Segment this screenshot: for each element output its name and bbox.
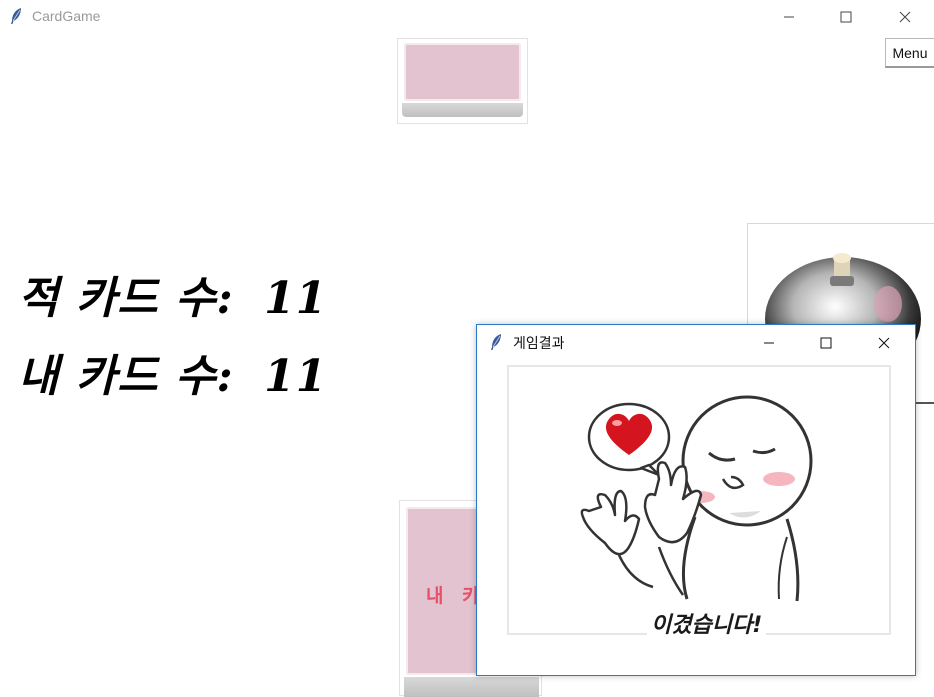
dialog-close-button[interactable]	[861, 325, 907, 361]
minimize-icon	[784, 16, 794, 18]
left-hand	[580, 489, 654, 589]
my-card-stack-edge	[404, 677, 539, 697]
enemy-card-deck	[397, 38, 528, 124]
close-icon	[878, 337, 890, 349]
menu-button[interactable]: Menu	[885, 38, 934, 68]
enemy-count-label: 적 카드 수:	[18, 273, 234, 324]
my-count-value: 11	[264, 351, 328, 402]
my-card-count: 내 카드 수: 11	[18, 340, 327, 404]
close-button[interactable]	[882, 0, 928, 34]
enemy-card-count: 적 카드 수: 11	[18, 262, 327, 326]
heart-bubble-icon	[587, 402, 671, 477]
dialog-title: 게임결과	[513, 336, 565, 352]
window-titlebar: CardGame	[0, 0, 934, 34]
maximize-icon	[820, 337, 832, 349]
dialog-maximize-button[interactable]	[803, 325, 849, 361]
feather-icon	[491, 334, 501, 350]
bell-base-line	[914, 402, 934, 404]
result-message: 이겼습니다!	[647, 607, 767, 639]
window-title: CardGame	[32, 8, 101, 24]
minimize-icon	[764, 342, 774, 344]
enemy-card-stack-edge	[402, 103, 523, 117]
victory-character-image	[580, 395, 813, 602]
result-dialog: 게임결과 이겼습니다!	[476, 324, 916, 676]
character-face	[681, 395, 813, 527]
minimize-button[interactable]	[766, 0, 812, 34]
enemy-card-back	[404, 43, 521, 101]
maximize-button[interactable]	[823, 0, 869, 34]
result-image-frame	[507, 365, 891, 635]
maximize-icon	[840, 11, 852, 23]
close-icon	[899, 11, 911, 23]
dialog-minimize-button[interactable]	[746, 325, 792, 361]
my-count-label: 내 카드 수:	[18, 351, 234, 402]
feather-icon	[11, 8, 21, 24]
enemy-count-value: 11	[264, 273, 328, 324]
